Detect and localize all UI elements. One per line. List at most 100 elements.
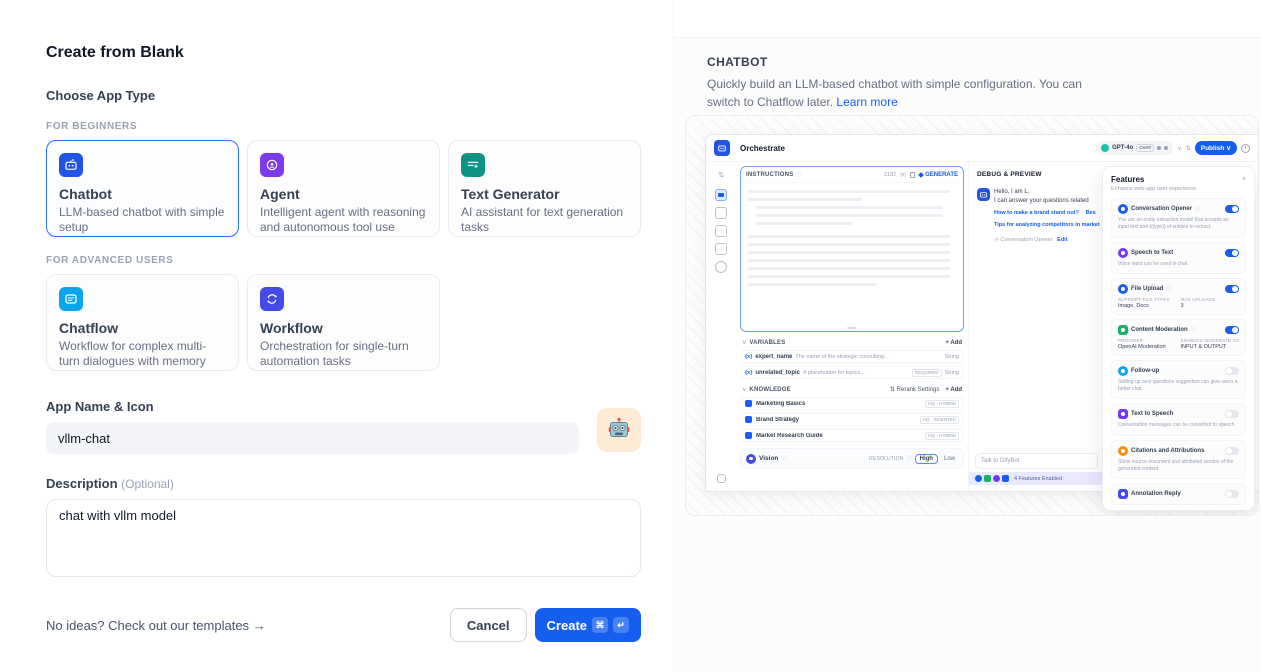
meta-key: SUPPORT FILE TYPES (1118, 297, 1177, 302)
create-button[interactable]: Create ⌘ ↵ (535, 608, 641, 642)
feature-item-annotation-reply: Annotation Reply (1111, 483, 1246, 505)
app-name-input[interactable] (46, 422, 579, 454)
rerank-icon: ⇅ (890, 387, 895, 393)
meta-value: OpenAI Moderation (1118, 344, 1177, 350)
app-type-card-chatflow[interactable]: Chatflow Workflow for complex multi-turn… (46, 274, 239, 371)
meta-value: INPUT & OUTPUT (1181, 344, 1240, 350)
spark-icon (918, 172, 924, 178)
app-type-card-workflow[interactable]: Workflow Orchestration for single-turn a… (247, 274, 440, 371)
chatbot-icon (59, 153, 83, 177)
feature-item-follow-up: Follow-up Setting up next questions sugg… (1111, 360, 1246, 400)
feature-name: Conversation Opener (1131, 206, 1192, 212)
app-type-card-text-generator[interactable]: Text Generator AI assistant for text gen… (448, 140, 641, 237)
knowledge-name: Marketing Basics (756, 401, 921, 407)
feature-name: Citations and Attributions (1131, 448, 1204, 454)
variable-desc: The name of the strategic consulting... (795, 354, 941, 360)
resize-handle (847, 327, 856, 329)
bot-avatar (977, 188, 990, 201)
choose-app-type-heading: Choose App Type (46, 88, 641, 103)
feature-name: Annotation Reply (1131, 491, 1181, 497)
sidebar-icon (715, 261, 727, 273)
feature-mini-icon (1002, 475, 1009, 482)
feature-name: Content Moderation (1131, 327, 1188, 333)
card-desc: AI assistant for text generation tasks (461, 205, 628, 235)
chatflow-icon (59, 287, 83, 311)
chat-input: Talk to DifyBot (975, 453, 1098, 469)
variable-type: String (945, 354, 959, 360)
preview-heading: CHATBOT (707, 55, 1261, 69)
feature-desc: Setting up next questions suggestion can… (1118, 379, 1239, 394)
add-knowledge-button: + Add (945, 387, 962, 393)
follow-up-icon (1118, 366, 1128, 376)
generate-label: GENERATE (925, 172, 958, 178)
info-icon: ⓘ (1191, 326, 1196, 333)
feature-name: Text to Speech (1131, 411, 1173, 417)
suggested-question: Bes (1086, 210, 1096, 216)
generate-button: GENERATE (919, 172, 958, 178)
info-icon: ⓘ (907, 455, 912, 462)
edit-opener-link: Edit (1057, 237, 1067, 243)
rerank-label: Rerank Settings (897, 387, 940, 393)
info-icon: ⓘ (1195, 206, 1200, 213)
for-beginners-label: FOR BEGINNERS (46, 121, 641, 132)
char-count: 2182 (884, 172, 896, 178)
feature-name: Speech to Text (1131, 250, 1173, 256)
toggle-on (1225, 205, 1239, 213)
add-variable-button: + Add (945, 340, 962, 346)
sidebar-icon (715, 207, 727, 219)
card-desc: LLM-based chatbot with simple setup (59, 205, 226, 235)
cancel-button[interactable]: Cancel (450, 608, 527, 642)
opener-icon: ◷ (994, 237, 999, 243)
card-title: Agent (260, 186, 427, 202)
left-panel: Create from Blank Choose App Type FOR BE… (0, 0, 673, 672)
app-icon-picker-button[interactable] (597, 408, 641, 452)
model-name: GPT-4o (1112, 145, 1133, 151)
for-advanced-users-label: FOR ADVANCED USERS (46, 255, 641, 266)
agent-icon (260, 153, 284, 177)
variable-braces-icon: {x} (900, 172, 906, 178)
knowledge-name: Market Research Guide (756, 433, 921, 439)
description-optional-text: (Optional) (121, 477, 174, 491)
shield-icon (1118, 325, 1128, 335)
beginner-cards: Chatbot LLM-based chatbot with simple se… (46, 140, 641, 237)
description-label: Description (Optional) (46, 476, 641, 491)
microphone-icon (1118, 248, 1128, 258)
vision-row: Vision ⓘ RESOLUTION ⓘ High Low (740, 448, 964, 469)
variable-name: expert_name (755, 354, 792, 360)
feature-item-citations: Citations and Attributions Show source d… (1111, 440, 1246, 480)
feature-mini-icon (984, 475, 991, 482)
page-title: Create from Blank (46, 44, 641, 62)
debug-preview-heading: DEBUG & PREVIEW (977, 171, 1096, 178)
app-type-card-chatbot[interactable]: Chatbot LLM-based chatbot with simple se… (46, 140, 239, 237)
description-label-text: Description (46, 476, 118, 491)
instructions-skeleton (741, 183, 963, 298)
vision-eye-icon (746, 454, 756, 464)
cmd-key-icon: ⌘ (592, 617, 608, 633)
toggle-off (1225, 490, 1239, 498)
greeting-line2: I can answer your questions related (994, 197, 1104, 206)
knowledge-name: Brand Strategy (756, 417, 916, 423)
instructions-label: INSTRUCTIONS (746, 172, 793, 178)
knowledge-badge: HQ · INVERTED (920, 416, 959, 424)
features-panel: Features × Enhance web-app user experien… (1102, 166, 1255, 511)
right-panel: CHATBOT Quickly build an LLM-based chatb… (673, 0, 1261, 672)
templates-link-text: No ideas? Check out our templates (46, 618, 249, 633)
description-textarea[interactable]: chat with vllm model (46, 499, 641, 577)
history-icon (1241, 144, 1250, 153)
app-type-card-agent[interactable]: Agent Intelligent agent with reasoning a… (247, 140, 440, 237)
learn-more-link[interactable]: Learn more (836, 95, 897, 109)
info-icon: ⓘ (781, 455, 786, 462)
knowledge-header: ∨ KNOWLEDGE ⇅ Rerank Settings + Add (742, 386, 962, 393)
feature-desc: You are an entity extraction model that … (1118, 217, 1239, 232)
templates-link[interactable]: No ideas? Check out our templates → (46, 618, 266, 633)
preview-app-title: Orchestrate (740, 144, 785, 153)
rerank-settings-button: ⇅ Rerank Settings (890, 386, 939, 393)
resolution-label: RESOLUTION (869, 456, 904, 462)
toggle-off (1225, 447, 1239, 455)
toggle-off (1225, 410, 1239, 418)
workflow-icon (260, 287, 284, 311)
model-mini-icon (1157, 146, 1161, 150)
text-to-speech-icon (1118, 409, 1128, 419)
chevron-down-icon: ∨ (742, 386, 746, 393)
knowledge-badge: HQ · HYBRID (925, 432, 959, 440)
